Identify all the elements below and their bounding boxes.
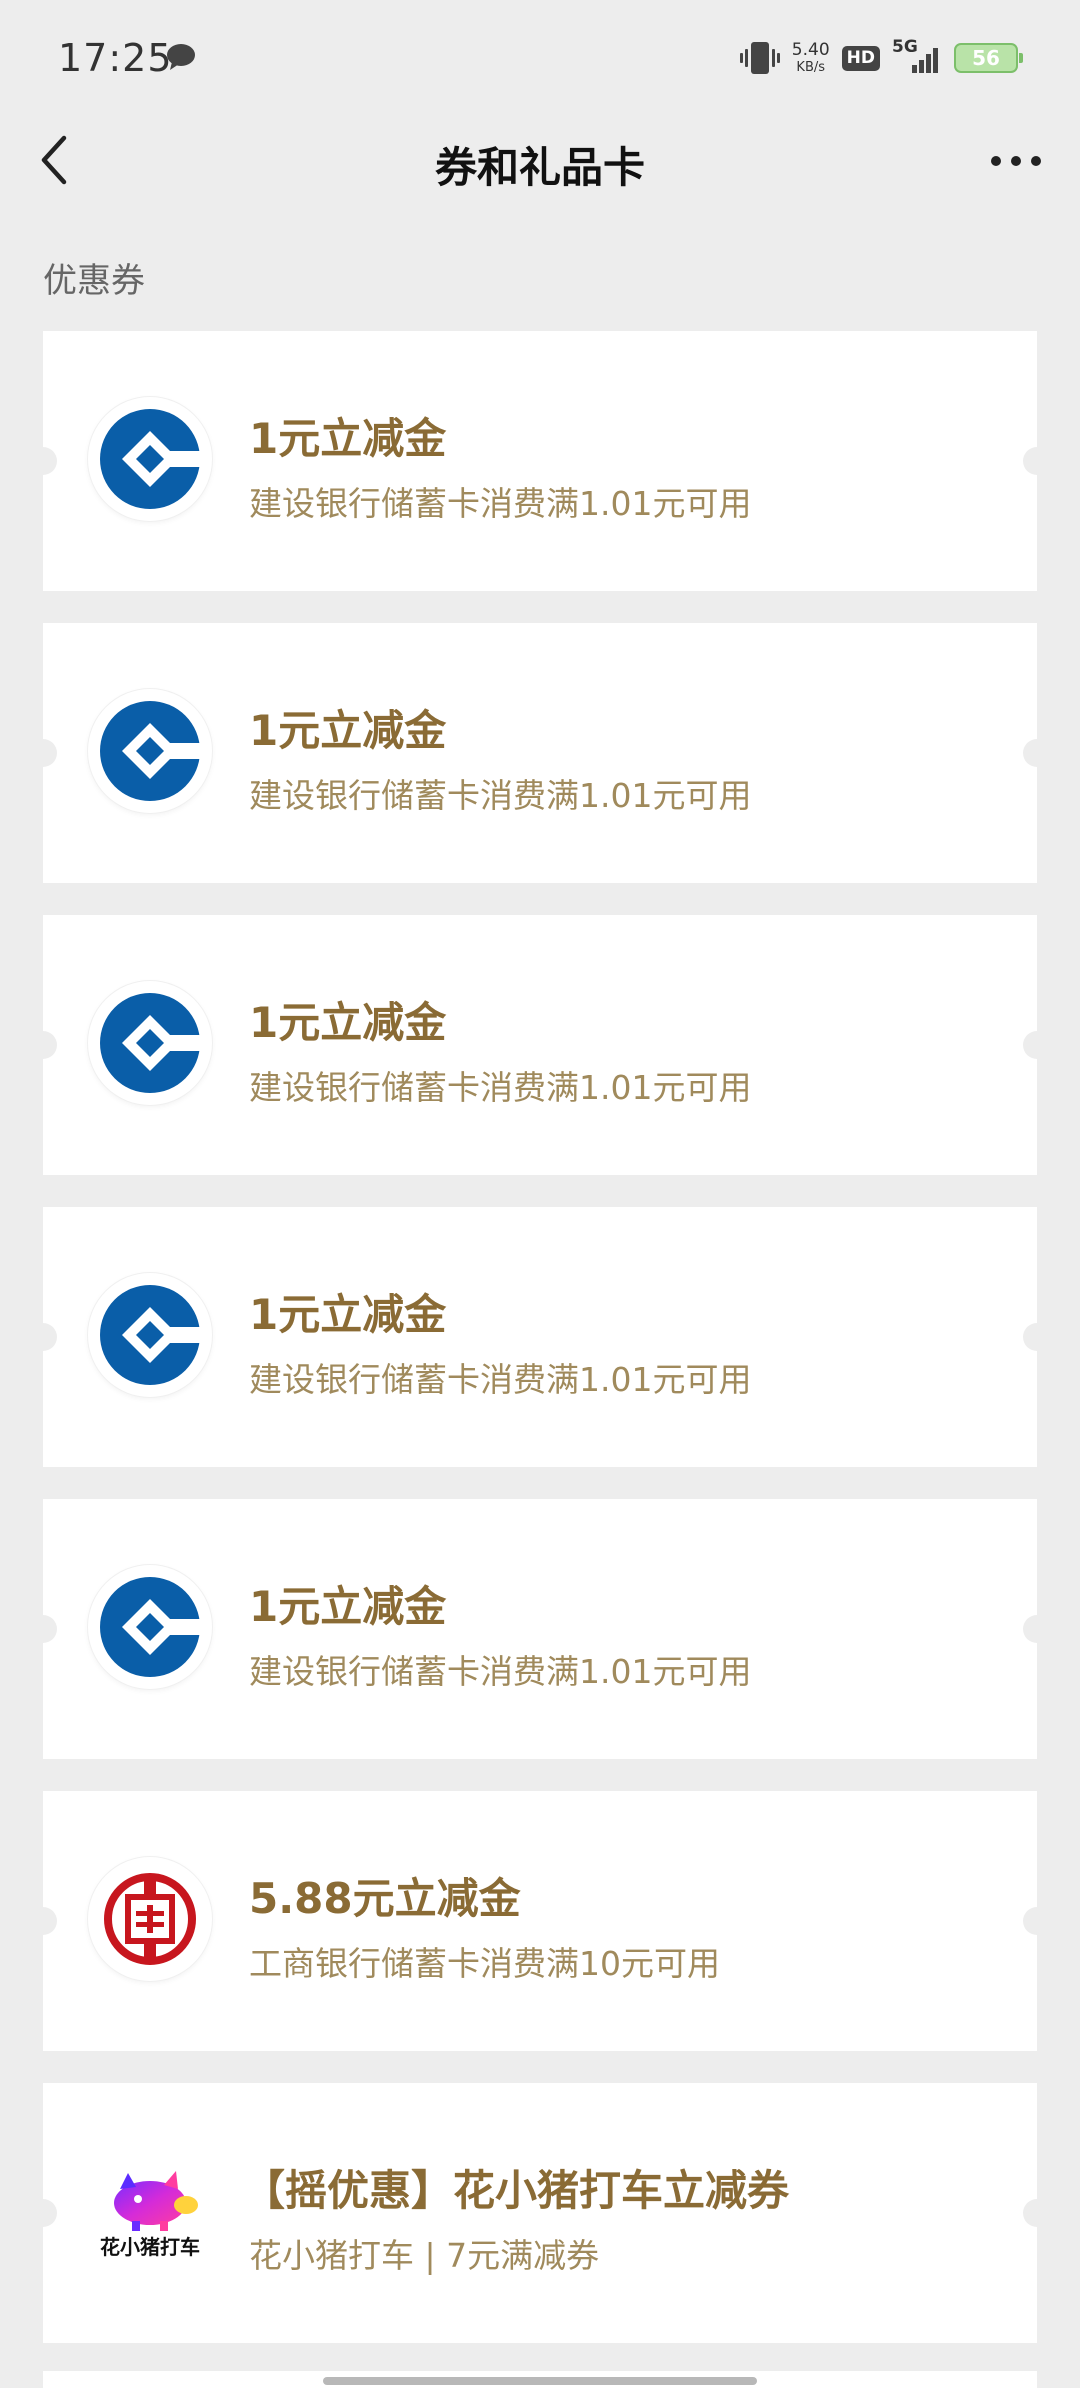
nav-bar: 券和礼品卡	[0, 120, 1080, 204]
coupon-desc: 工商银行储蓄卡消费满10元可用	[249, 1944, 720, 1983]
battery-level: 56	[972, 46, 1000, 70]
network-speed-unit: KB/s	[796, 60, 826, 75]
ticket-notch	[29, 739, 57, 767]
coupon-desc: 建设银行储蓄卡消费满1.01元可用	[249, 1652, 752, 1691]
coupon-logo: 花小猪打车	[88, 2149, 212, 2273]
coupon-card[interactable]: 1元立减金 建设银行储蓄卡消费满1.01元可用	[29, 623, 1051, 883]
ticket-notch	[29, 1031, 57, 1059]
chat-notification-icon	[167, 44, 195, 70]
network-speed-value: 5.40	[791, 40, 830, 60]
coupon-card[interactable]: 1元立减金 建设银行储蓄卡消费满1.01元可用	[29, 915, 1051, 1175]
coupon-desc: 建设银行储蓄卡消费满1.01元可用	[249, 1360, 752, 1399]
ccb-logo-icon	[100, 409, 202, 509]
coupon-card[interactable]: 花小猪打车 【摇优惠】花小猪打车立减券 花小猪打车 | 7元满减券	[29, 2083, 1051, 2343]
coupon-logo	[88, 689, 212, 813]
ticket-notch	[29, 1323, 57, 1351]
coupon-logo	[88, 1565, 212, 1689]
coupon-card[interactable]: 5.88元立减金 工商银行储蓄卡消费满10元可用	[29, 1791, 1051, 2051]
status-bar: 17:25 5.40 KB/s HD 5G 56	[0, 0, 1080, 120]
coupon-card[interactable]: 1元立减金 建设银行储蓄卡消费满1.01元可用	[29, 1499, 1051, 1759]
ticket-notch	[29, 2199, 57, 2227]
huaxiaozhu-logo-icon	[114, 2170, 198, 2231]
ticket-notch	[29, 1615, 57, 1643]
hd-badge: HD	[841, 45, 880, 71]
huaxiaozhu-logo-text: 花小猪打车	[100, 2234, 200, 2259]
ccb-logo-icon	[100, 1577, 202, 1677]
coupon-title: 1元立减金	[249, 706, 447, 755]
coupon-logo	[88, 1273, 212, 1397]
coupon-title: 1元立减金	[249, 414, 447, 463]
coupon-title: 5.88元立减金	[249, 1874, 521, 1923]
ticket-notch	[29, 1907, 57, 1935]
ccb-logo-icon	[100, 993, 202, 1093]
ticket-notch	[1023, 1615, 1051, 1643]
coupon-desc: 建设银行储蓄卡消费满1.01元可用	[249, 776, 752, 815]
coupon-desc: 建设银行储蓄卡消费满1.01元可用	[249, 484, 752, 523]
status-time: 17:25	[58, 36, 173, 80]
ccb-logo-icon	[100, 701, 202, 801]
ticket-notch	[1023, 1323, 1051, 1351]
ticket-notch	[1023, 1031, 1051, 1059]
ccb-logo-icon	[100, 1285, 202, 1385]
battery-icon: 56	[954, 43, 1023, 73]
icbc-logo-icon	[104, 1873, 196, 1965]
network-speed: 5.40 KB/s	[791, 40, 830, 75]
section-label-coupons: 优惠券	[43, 261, 145, 301]
page-title: 券和礼品卡	[434, 143, 645, 192]
vibrate-icon	[739, 42, 780, 74]
coupon-card[interactable]: 1元立减金 建设银行储蓄卡消费满1.01元可用	[29, 331, 1051, 591]
coupon-card[interactable]: 1元立减金 建设银行储蓄卡消费满1.01元可用	[29, 1207, 1051, 1467]
coupon-logo	[88, 397, 212, 521]
coupon-title: 【摇优惠】花小猪打车立减券	[243, 2166, 790, 2215]
coupon-desc: 建设银行储蓄卡消费满1.01元可用	[249, 1068, 752, 1107]
coupon-title: 1元立减金	[249, 1582, 447, 1631]
more-options-icon[interactable]	[988, 146, 1044, 176]
coupon-title: 1元立减金	[249, 1290, 447, 1339]
status-icons: 5.40 KB/s HD 5G 56	[739, 36, 1023, 80]
coupon-title: 1元立减金	[249, 998, 447, 1047]
coupon-logo	[88, 981, 212, 1105]
coupon-desc: 花小猪打车 | 7元满减券	[249, 2236, 600, 2275]
ticket-notch	[1023, 1907, 1051, 1935]
ticket-notch	[1023, 739, 1051, 767]
home-indicator[interactable]	[323, 2377, 757, 2385]
ticket-notch	[1023, 2199, 1051, 2227]
coupon-list: 1元立减金 建设银行储蓄卡消费满1.01元可用 1元立减金 建设银行储蓄卡消费满…	[29, 331, 1051, 2375]
coupon-logo	[88, 1857, 212, 1981]
ticket-notch	[1023, 447, 1051, 475]
ticket-notch	[29, 447, 57, 475]
signal-icon: 5G	[892, 37, 942, 77]
